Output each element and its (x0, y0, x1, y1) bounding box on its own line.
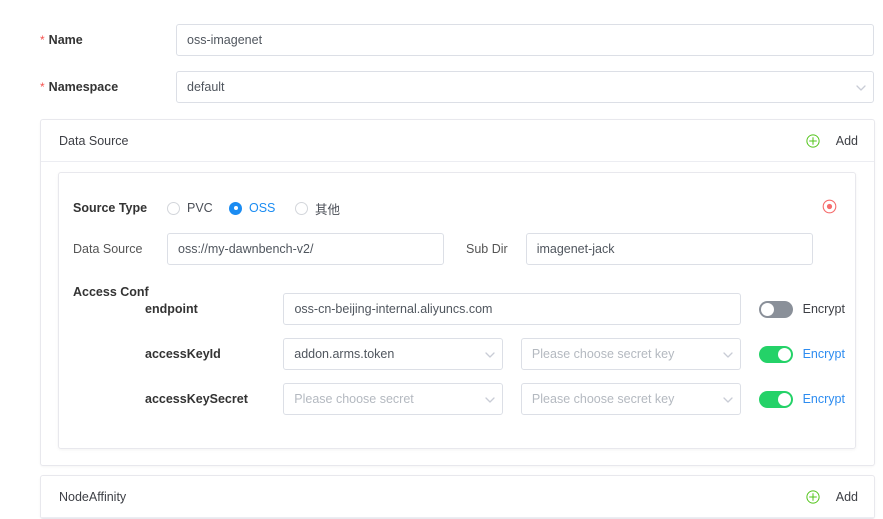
data-source-panel-header: Data Source Add (41, 120, 874, 162)
name-input[interactable]: oss-imagenet (176, 24, 874, 56)
access-conf-row-endpoint: endpoint oss-cn-beijing-internal.aliyunc… (145, 293, 845, 325)
data-source-panel-title: Data Source (59, 134, 128, 148)
namespace-select-value: default (187, 80, 225, 94)
access-conf-row-accesskeysecret: accessKeySecret Please choose secret Ple… (145, 383, 845, 415)
chevron-down-icon (723, 395, 731, 403)
accesskeysecret-secret-placeholder: Please choose secret (294, 392, 414, 406)
source-type-radio-pvc[interactable]: PVC (167, 201, 229, 215)
name-label: Name (49, 33, 83, 47)
source-type-radio-oss-label: OSS (249, 201, 275, 215)
access-conf-label: Access Conf (73, 285, 149, 299)
data-source-add-button[interactable]: Add (806, 134, 858, 148)
source-type-row: Source Type PVC OSS 其他 (73, 198, 843, 218)
namespace-select[interactable]: default (176, 71, 874, 103)
accesskeyid-label: accessKeyId (145, 347, 283, 361)
endpoint-encrypt-toggle[interactable] (759, 301, 793, 318)
node-affinity-panel-header: NodeAffinity Add (41, 476, 874, 518)
data-source-input-value: oss://my-dawnbench-v2/ (178, 242, 313, 256)
circle-plus-icon (806, 134, 820, 148)
endpoint-encrypt-label: Encrypt (803, 302, 845, 316)
name-form-row: * Name oss-imagenet (40, 24, 875, 56)
source-type-radio-oss[interactable]: OSS (229, 201, 295, 215)
source-type-radio-other[interactable]: 其他 (295, 199, 340, 218)
accesskeyid-encrypt-label: Encrypt (803, 347, 845, 361)
endpoint-label: endpoint (145, 302, 283, 316)
source-type-radio-other-label: 其他 (315, 199, 340, 218)
chevron-down-icon (856, 83, 864, 91)
data-source-input[interactable]: oss://my-dawnbench-v2/ (167, 233, 444, 265)
node-affinity-panel-title: NodeAffinity (59, 490, 126, 504)
node-affinity-panel: NodeAffinity Add (40, 475, 875, 519)
data-source-add-label: Add (836, 134, 858, 148)
accesskeyid-secret-select[interactable]: addon.arms.token (283, 338, 503, 370)
name-required-marker: * (40, 34, 45, 46)
chevron-down-icon (723, 350, 731, 358)
access-conf-row-accesskeyid: accessKeyId addon.arms.token Please choo… (145, 338, 845, 370)
accesskeysecret-secretkey-select[interactable]: Please choose secret key (521, 383, 741, 415)
namespace-label-wrap: * Namespace (40, 80, 176, 94)
accesskeyid-secret-value: addon.arms.token (294, 347, 394, 361)
radio-circle-icon (167, 202, 180, 215)
accesskeyid-secretkey-select[interactable]: Please choose secret key (521, 338, 741, 370)
namespace-form-row: * Namespace default (40, 71, 875, 103)
data-source-remove-button[interactable] (822, 199, 837, 214)
circle-remove-icon (822, 199, 837, 214)
radio-circle-filled-icon (229, 202, 242, 215)
source-type-radio-group: PVC OSS 其他 (167, 199, 340, 218)
accesskeysecret-label: accessKeySecret (145, 392, 283, 406)
source-type-label: Source Type (73, 201, 155, 215)
accesskeysecret-secret-select[interactable]: Please choose secret (283, 383, 503, 415)
node-affinity-add-button[interactable]: Add (806, 490, 858, 504)
chevron-down-icon (485, 350, 493, 358)
endpoint-input[interactable]: oss-cn-beijing-internal.aliyuncs.com (283, 293, 740, 325)
accesskeysecret-encrypt-wrap: Encrypt (759, 391, 845, 408)
accesskeyid-secretkey-placeholder: Please choose secret key (532, 347, 674, 361)
access-conf-label-wrap: Access Conf (73, 283, 149, 301)
name-input-value: oss-imagenet (187, 33, 262, 47)
data-source-item-card: Source Type PVC OSS 其他 (58, 172, 856, 449)
radio-circle-icon (295, 202, 308, 215)
sub-dir-input-value: imagenet-jack (537, 242, 615, 256)
chevron-down-icon (485, 395, 493, 403)
accesskeyid-encrypt-toggle[interactable] (759, 346, 793, 363)
accesskeysecret-encrypt-label: Encrypt (803, 392, 845, 406)
data-source-panel: Data Source Add Source Type (40, 119, 875, 466)
endpoint-input-value: oss-cn-beijing-internal.aliyuncs.com (294, 302, 492, 316)
data-source-path-row: Data Source oss://my-dawnbench-v2/ Sub D… (73, 233, 843, 265)
accesskeysecret-secretkey-placeholder: Please choose secret key (532, 392, 674, 406)
data-source-field-label: Data Source (73, 242, 155, 256)
datasource-form-page: * Name oss-imagenet * Namespace default … (0, 0, 883, 519)
circle-plus-icon (806, 490, 820, 504)
name-label-wrap: * Name (40, 33, 176, 47)
sub-dir-label: Sub Dir (466, 242, 508, 256)
namespace-label: Namespace (49, 80, 119, 94)
node-affinity-add-label: Add (836, 490, 858, 504)
source-type-radio-pvc-label: PVC (187, 201, 213, 215)
accesskeyid-encrypt-wrap: Encrypt (759, 346, 845, 363)
endpoint-encrypt-wrap: Encrypt (759, 301, 845, 318)
accesskeysecret-encrypt-toggle[interactable] (759, 391, 793, 408)
namespace-required-marker: * (40, 81, 45, 93)
sub-dir-input[interactable]: imagenet-jack (526, 233, 813, 265)
